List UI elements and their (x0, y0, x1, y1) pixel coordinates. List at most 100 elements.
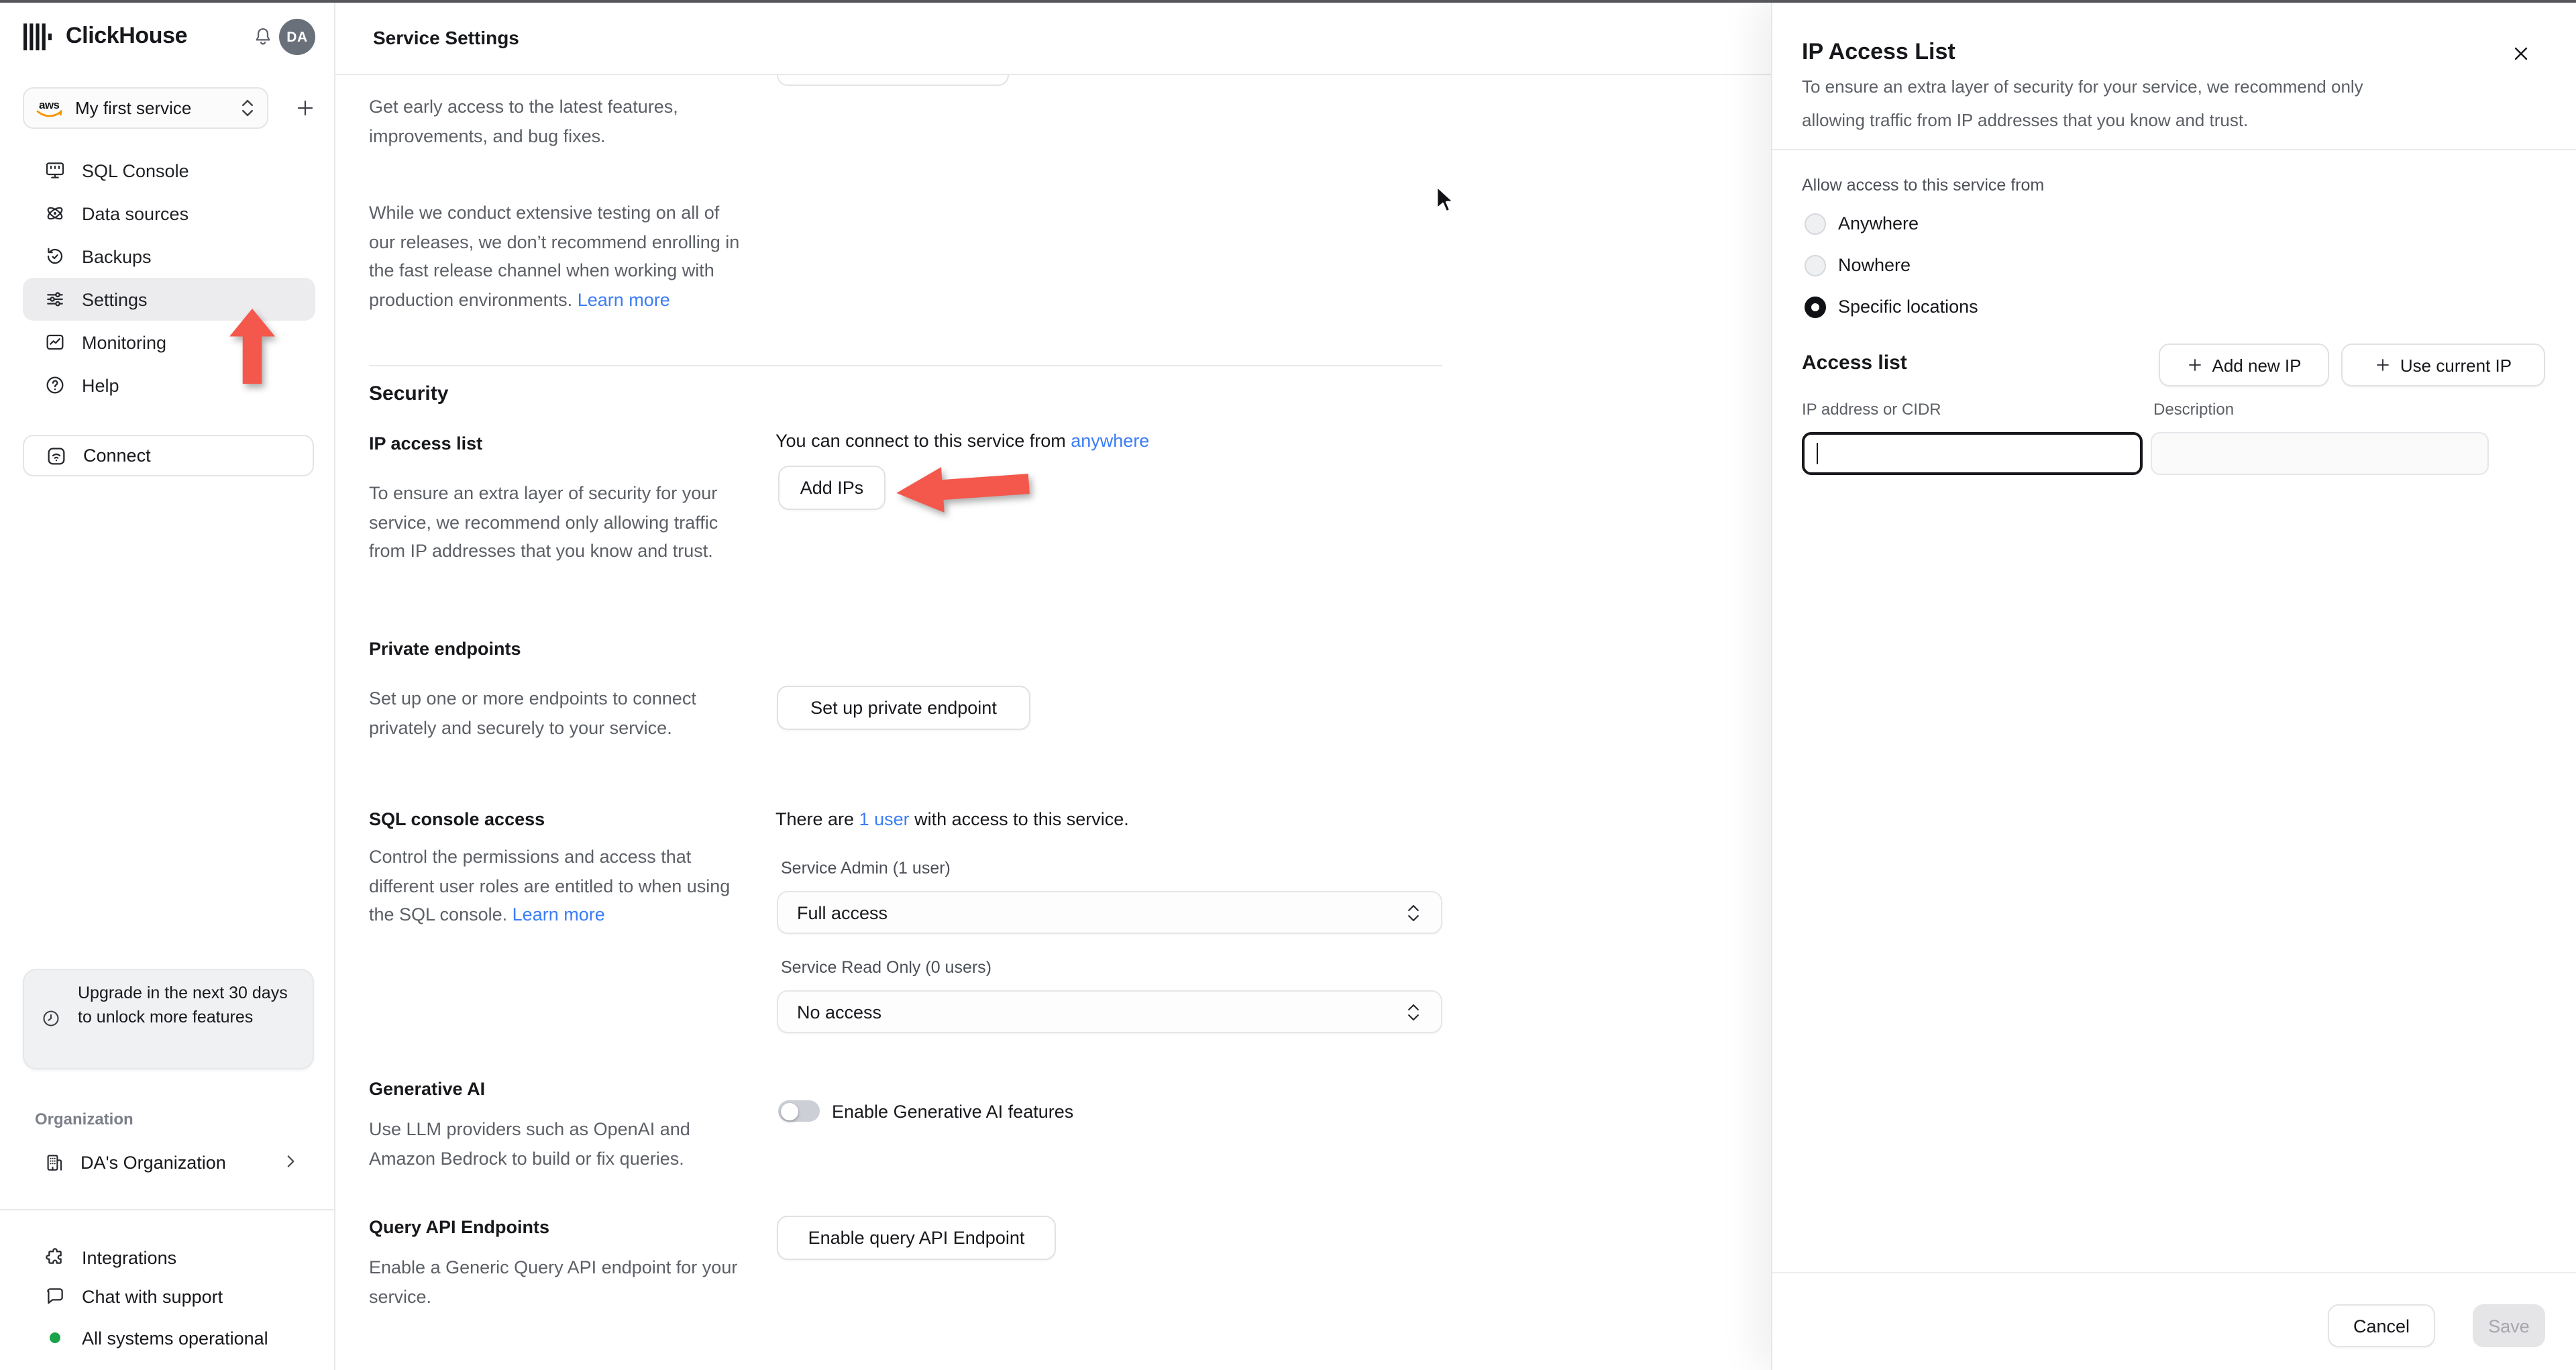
fast-release-learn-more-link[interactable]: Learn more (578, 289, 670, 309)
radio-nowhere-label[interactable]: Nowhere (1838, 255, 1911, 276)
panel-subtitle: To ensure an extra layer of security for… (1802, 76, 2363, 130)
add-new-ip-button[interactable]: Add new IP (2159, 344, 2329, 386)
radio-specific-locations-label[interactable]: Specific locations (1838, 297, 1978, 318)
service-selector[interactable]: aws My first service (23, 87, 268, 129)
clickhouse-logo-icon (23, 23, 52, 50)
service-readonly-label: Service Read Only (0 users) (781, 958, 992, 977)
intro-paragraph-2-text: While we conduct extensive testing on al… (369, 203, 740, 309)
plus-icon (2188, 359, 2201, 371)
description-input[interactable] (2151, 432, 2489, 475)
add-ips-button[interactable]: Add IPs (778, 466, 885, 510)
sql-console-access-title: SQL console access (369, 809, 545, 829)
sidebar-item-label: SQL Console (82, 160, 189, 180)
system-status[interactable]: All systems operational (23, 1318, 315, 1358)
ip-access-description: To ensure an extra layer of security for… (369, 483, 718, 561)
intro-paragraph-1: Get early access to the latest features,… (369, 97, 678, 146)
ip-access-list-panel: IP Access List To ensure an extra layer … (1771, 0, 2576, 1370)
radio-anywhere-label[interactable]: Anywhere (1838, 213, 1919, 235)
service-admin-select[interactable]: Full access (777, 891, 1442, 934)
enable-query-api-button[interactable]: Enable query API Endpoint (777, 1216, 1056, 1260)
save-button[interactable]: Save (2473, 1304, 2545, 1347)
service-admin-value: Full access (797, 902, 888, 923)
organization-selector[interactable]: DA's Organization (23, 1141, 315, 1183)
radio-nowhere[interactable] (1805, 255, 1826, 276)
one-user-link[interactable]: 1 user (859, 809, 910, 829)
sql-access-status-prefix: There are (775, 809, 859, 829)
sidebar-item-data-sources[interactable]: Data sources (23, 192, 315, 235)
aws-provider-icon: aws (36, 97, 63, 117)
sidebar-item-label: Settings (82, 289, 148, 309)
backups-history-icon (47, 248, 63, 264)
sidebar-item-integrations[interactable]: Integrations (23, 1237, 315, 1277)
intro-paragraph-2: While we conduct extensive testing on al… (369, 199, 742, 314)
cancel-button[interactable]: Cancel (2328, 1304, 2435, 1347)
organization-building-icon (47, 1154, 62, 1170)
upgrade-notice[interactable]: Upgrade in the next 30 days to unlock mo… (23, 969, 314, 1069)
help-question-icon (46, 376, 64, 394)
section-divider (369, 365, 1442, 366)
notifications-bell-icon[interactable] (252, 25, 274, 48)
annotation-arrow-settings (229, 309, 275, 384)
anywhere-link[interactable]: anywhere (1071, 431, 1149, 451)
generative-ai-toggle[interactable] (778, 1100, 820, 1122)
generative-ai-description: Use LLM providers such as OpenAI and Ama… (369, 1119, 690, 1168)
sidebar-item-chat-support[interactable]: Chat with support (23, 1276, 315, 1316)
panel-title: IP Access List (1802, 39, 1955, 64)
status-green-dot-icon (50, 1332, 60, 1343)
chat-bubble-icon (47, 1288, 63, 1304)
avatar[interactable]: DA (279, 19, 315, 55)
sidebar-item-label: Help (82, 375, 119, 395)
chevron-updown-icon (241, 99, 254, 117)
allow-access-label: Allow access to this service from (1802, 176, 2045, 195)
organization-name: DA's Organization (80, 1152, 226, 1172)
radio-specific-locations[interactable] (1805, 297, 1826, 318)
window-top-edge (0, 0, 2576, 2)
service-admin-label: Service Admin (1 user) (781, 859, 951, 878)
ip-address-input[interactable] (1802, 432, 2143, 475)
sidebar-item-label: Backups (82, 246, 152, 266)
add-service-button[interactable] (290, 93, 319, 122)
sidebar-item-backups[interactable]: Backups (23, 235, 315, 278)
description-column-label: Description (2153, 400, 2235, 419)
use-current-ip-label: Use current IP (2400, 355, 2512, 375)
ip-cidr-column-label: IP address or CIDR (1802, 400, 1941, 419)
monitoring-chart-icon (46, 334, 64, 350)
setup-private-endpoint-button[interactable]: Set up private endpoint (777, 686, 1030, 730)
use-current-ip-button[interactable]: Use current IP (2341, 344, 2545, 386)
panel-footer-divider (1772, 1272, 2576, 1273)
chevron-right-icon (287, 1155, 294, 1167)
query-api-description: Enable a Generic Query API endpoint for … (369, 1257, 738, 1306)
connect-button[interactable]: Connect (23, 435, 314, 476)
security-section-heading: Security (369, 382, 449, 405)
generative-ai-toggle-label: Enable Generative AI features (832, 1102, 1074, 1122)
service-readonly-select[interactable]: No access (777, 990, 1442, 1033)
private-endpoints-title: Private endpoints (369, 639, 521, 659)
plus-icon (297, 99, 313, 115)
sidebar-item-label: Chat with support (82, 1286, 223, 1306)
release-channel-select-partial[interactable] (777, 75, 1009, 86)
page-title: Service Settings (373, 27, 519, 48)
ip-access-list-title: IP access list (369, 433, 483, 454)
app-root: ClickHouse DA aws My first service SQL C… (0, 0, 2576, 1370)
sql-access-learn-more-link[interactable]: Learn more (513, 904, 605, 925)
settings-sliders-icon (47, 292, 63, 307)
annotation-arrow-add-ips (895, 461, 1030, 516)
access-list-heading: Access list (1802, 352, 1907, 374)
generative-ai-title: Generative AI (369, 1079, 486, 1099)
connect-wifi-icon (48, 447, 65, 464)
radio-anywhere[interactable] (1805, 213, 1826, 235)
service-readonly-value: No access (797, 1002, 882, 1022)
main-header: Service Settings (335, 0, 1771, 75)
chevron-updown-icon (1408, 904, 1419, 920)
close-icon[interactable] (2510, 43, 2532, 64)
sidebar-item-sql-console[interactable]: SQL Console (23, 149, 315, 192)
private-endpoints-description: Set up one or more endpoints to connect … (369, 688, 696, 737)
data-sources-icon (47, 207, 63, 220)
upgrade-notice-text: Upgrade in the next 30 days to unlock mo… (78, 984, 288, 1026)
query-api-title: Query API Endpoints (369, 1217, 550, 1237)
sql-access-description: Control the permissions and access that … (369, 843, 751, 929)
sql-access-status-line: There are 1 user with access to this ser… (775, 809, 1129, 829)
sidebar-item-label: Data sources (82, 203, 189, 223)
toggle-knob (780, 1102, 798, 1120)
sidebar-divider (0, 1209, 335, 1210)
